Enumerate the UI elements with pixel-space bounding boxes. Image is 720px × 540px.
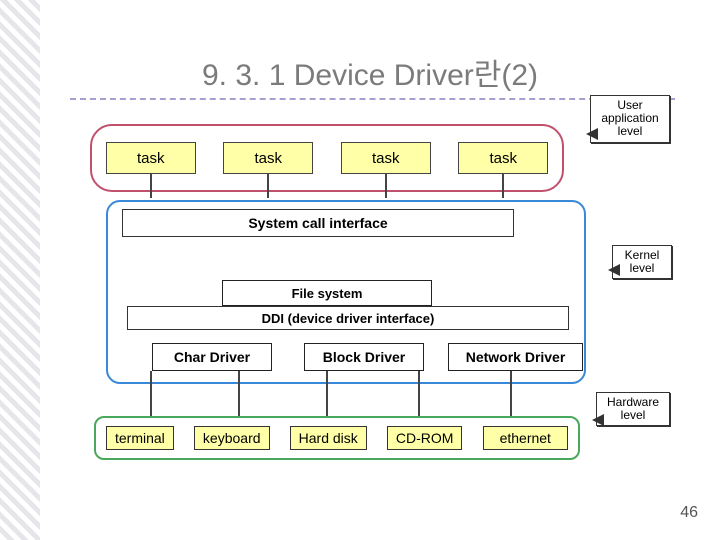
task-box: task bbox=[223, 142, 313, 174]
title-divider bbox=[70, 98, 675, 100]
callout-user-level: User application level bbox=[590, 95, 670, 143]
hardware-cdrom: CD-ROM bbox=[387, 426, 463, 450]
page-number: 46 bbox=[680, 504, 698, 522]
connector-line bbox=[418, 371, 420, 419]
connector-line bbox=[238, 371, 240, 419]
callout-user-tail bbox=[586, 128, 598, 140]
hardware-level-container: terminal keyboard Hard disk CD-ROM ether… bbox=[94, 416, 580, 460]
user-level-container: task task task task bbox=[90, 124, 564, 192]
block-driver-box: Block Driver bbox=[304, 343, 424, 371]
ddi-box: DDI (device driver interface) bbox=[127, 306, 569, 330]
slide-title: 9. 3. 1 Device Driver란(2) bbox=[100, 50, 640, 94]
hardware-ethernet: ethernet bbox=[483, 426, 568, 450]
task-box: task bbox=[341, 142, 431, 174]
network-driver-box: Network Driver bbox=[448, 343, 583, 371]
callout-hardware-level: Hardware level bbox=[596, 392, 670, 426]
hardware-keyboard: keyboard bbox=[194, 426, 270, 450]
hardware-terminal: terminal bbox=[106, 426, 174, 450]
connector-line bbox=[510, 371, 512, 419]
task-box: task bbox=[458, 142, 548, 174]
callout-hardware-tail bbox=[592, 414, 604, 426]
callout-kernel-level: Kernel level bbox=[612, 245, 672, 279]
decorative-sidebar bbox=[0, 0, 40, 540]
connector-line bbox=[150, 371, 152, 419]
system-call-interface: System call interface bbox=[122, 209, 514, 237]
task-box: task bbox=[106, 142, 196, 174]
callout-kernel-tail bbox=[608, 264, 620, 276]
char-driver-box: Char Driver bbox=[152, 343, 272, 371]
connector-line bbox=[326, 371, 328, 419]
hardware-harddisk: Hard disk bbox=[290, 426, 367, 450]
file-system-box: File system bbox=[222, 280, 432, 306]
